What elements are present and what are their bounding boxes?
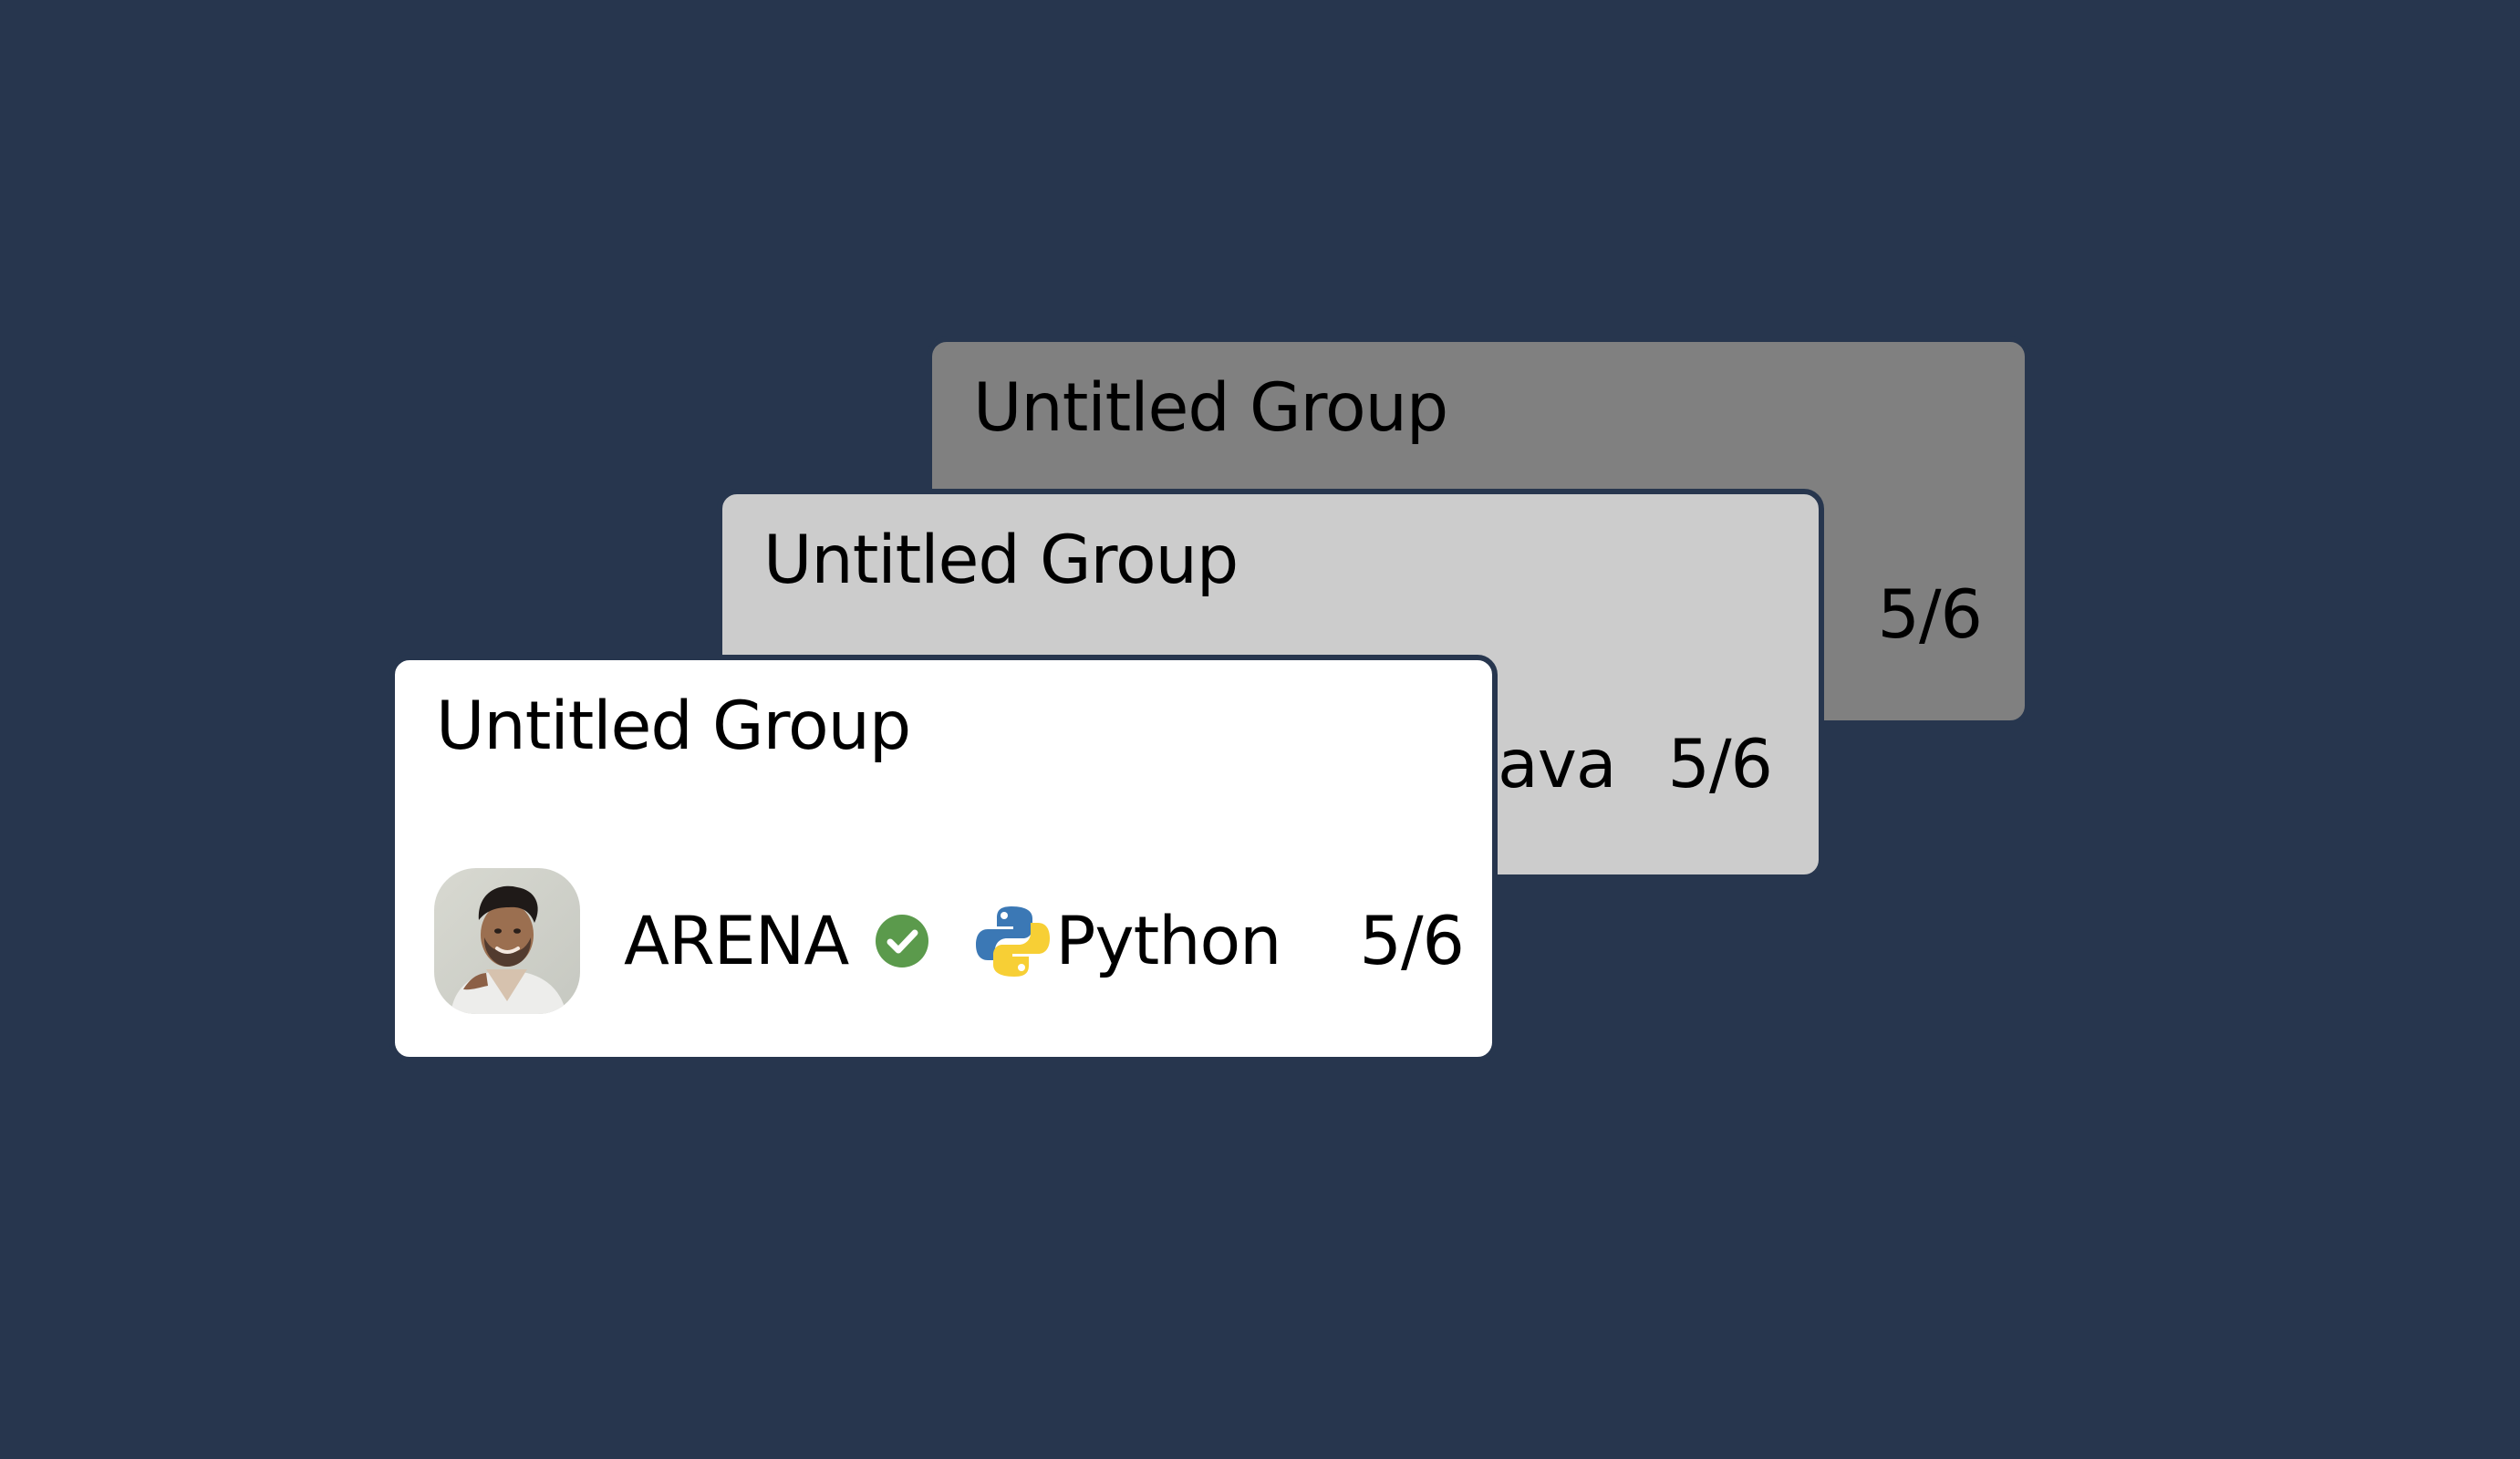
member-count: 5/6 — [1667, 726, 1773, 803]
member-count: 5/6 — [1877, 576, 1983, 654]
group-title: Untitled Group — [436, 688, 911, 765]
username: ARENA — [624, 902, 849, 980]
language-label: Python — [1055, 902, 1281, 980]
python-logo-icon — [972, 901, 1053, 982]
group-meta-row: ARENA Python 5/6 — [434, 868, 1465, 1014]
avatar[interactable] — [434, 868, 580, 1014]
stacked-group-cards: Untitled Group 5/6 Untitled Group ava 5/… — [0, 0, 2520, 1459]
verified-check-icon — [874, 913, 930, 969]
group-title: Untitled Group — [973, 369, 1448, 447]
group-title: Untitled Group — [763, 522, 1239, 599]
member-count: 5/6 — [1359, 902, 1465, 980]
language-label: ava — [1498, 726, 1617, 803]
group-card-front[interactable]: Untitled Group ARENA Python 5/6 — [389, 655, 1498, 1062]
